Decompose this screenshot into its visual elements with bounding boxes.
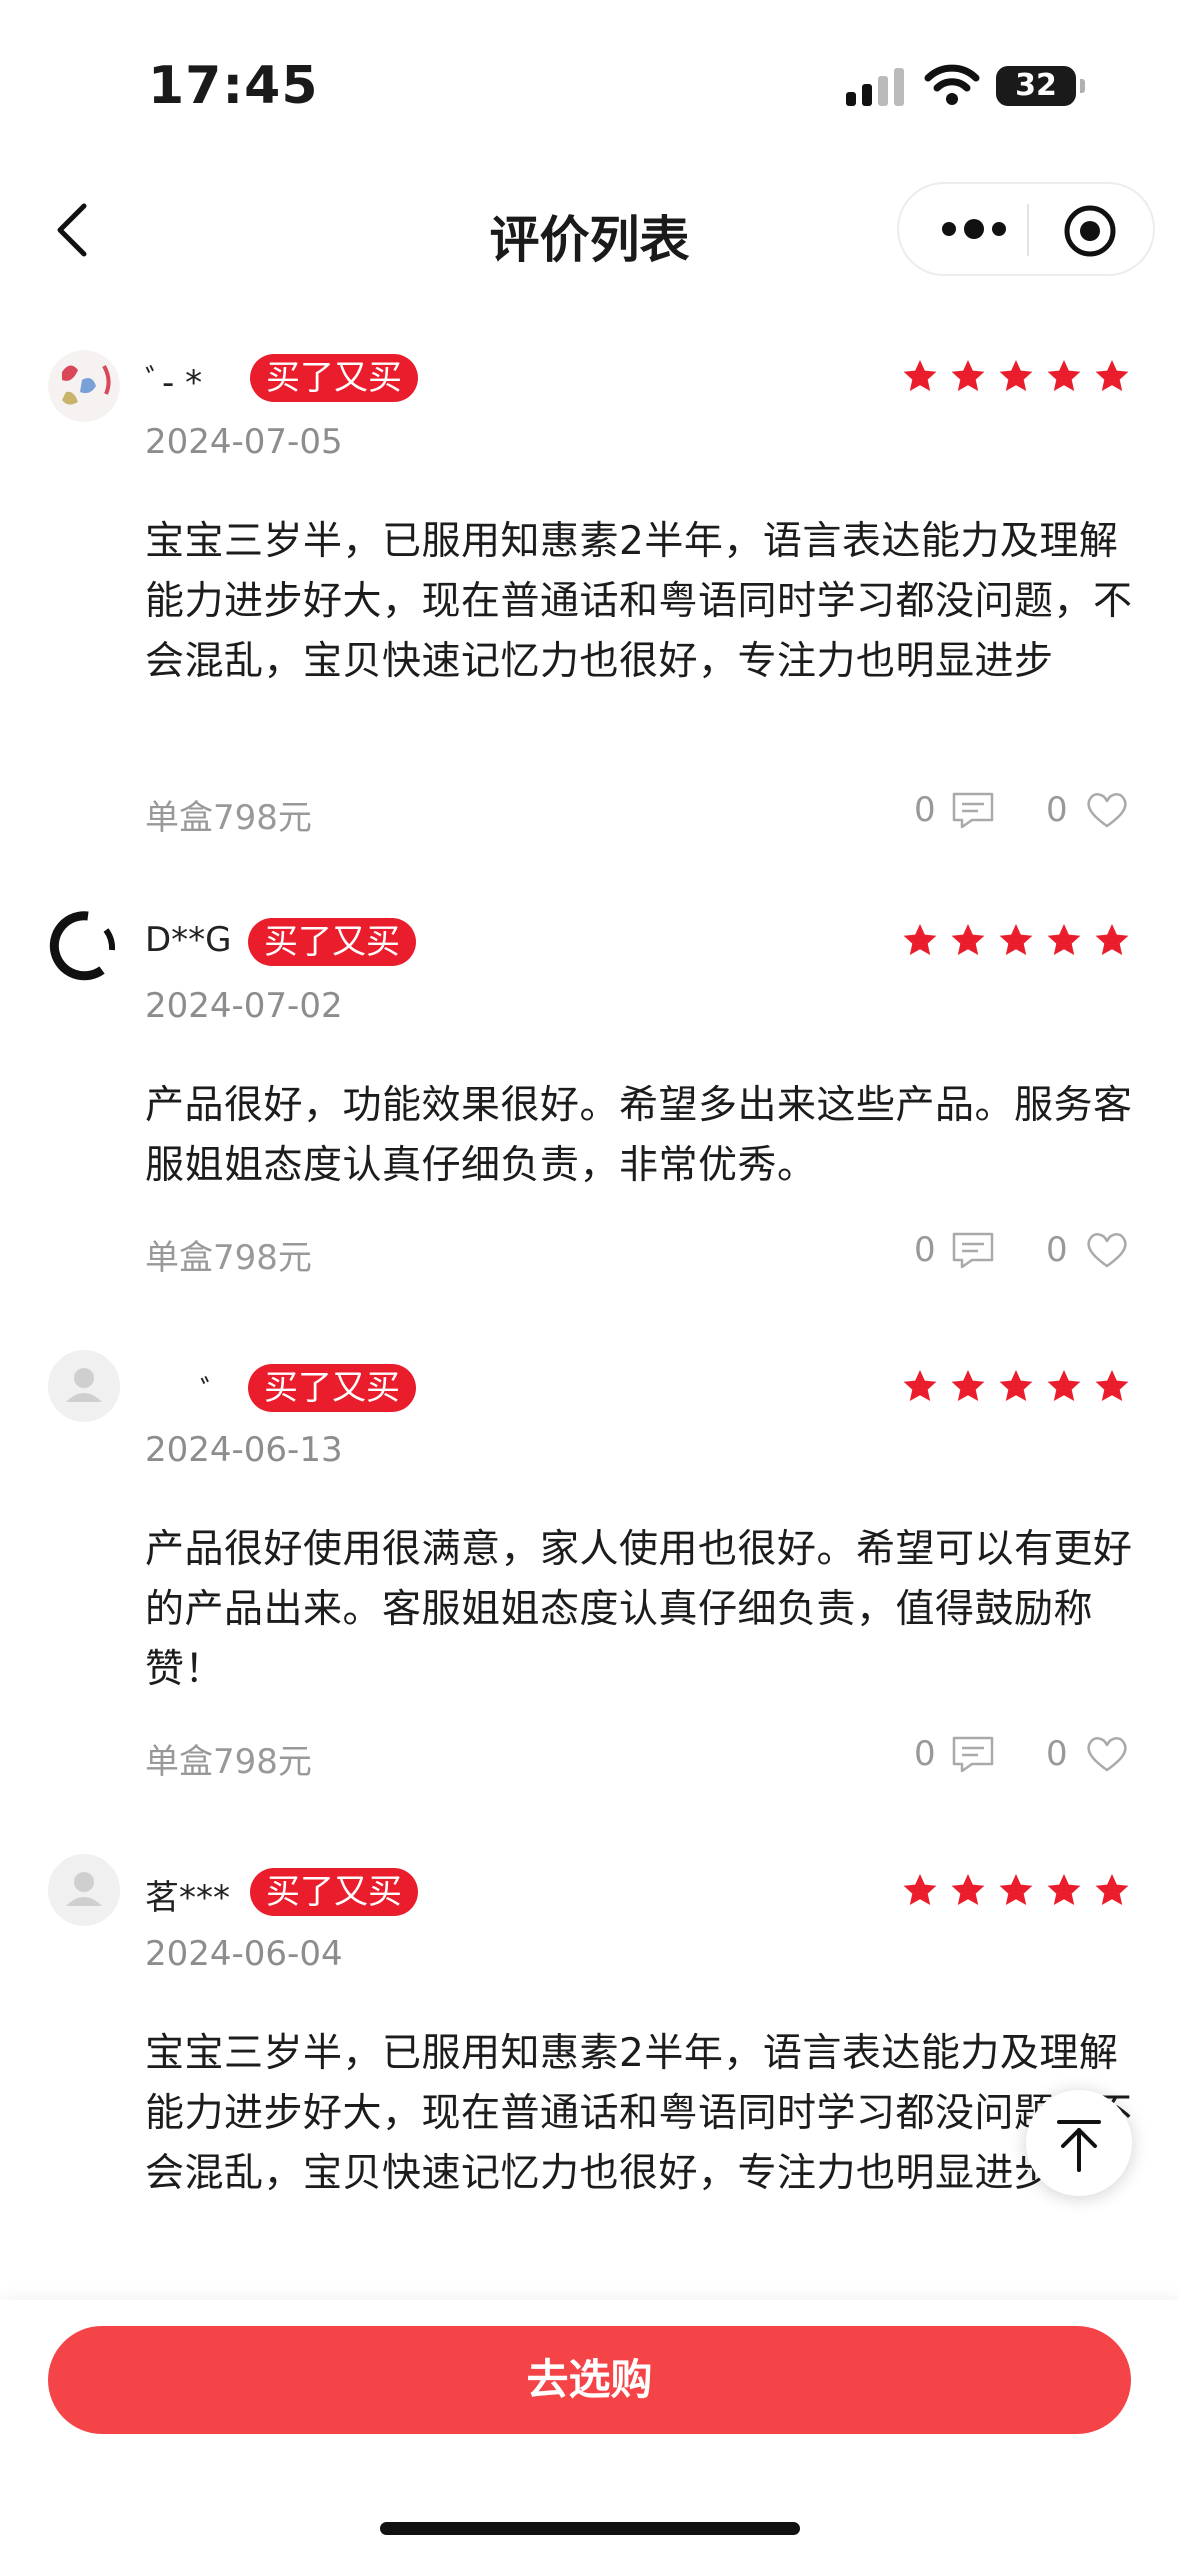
star-icon [903,360,937,391]
review-date: 2024-06-04 [145,1934,343,1974]
default-avatar-icon [48,1854,120,1926]
review-username: 茗*** [145,1878,230,1918]
review-item: ﾞ- * 买了又买 2024-07-05 宝宝三岁半，已服用知惠素2半年，语言表… [0,350,1179,860]
avatar [48,1350,120,1422]
comment-count: 0 [914,1734,936,1774]
review-item: D**G 买了又买 2024-07-02 产品很好，功能效果很好。希望多出来这些… [0,904,1179,1304]
star-icon [1095,924,1129,955]
star-icon [951,1370,985,1401]
comment-count: 0 [914,790,936,830]
rating-stars [903,1370,1129,1401]
avatar [48,350,120,422]
comment-count: 0 [914,1230,936,1270]
review-username: D**G [145,920,232,960]
avatar [48,910,120,982]
avatar-image [49,911,116,981]
avatar [48,1854,120,1926]
star-icon [1047,1370,1081,1401]
product-spec: 单盒798元 [145,1238,312,1278]
product-spec: 单盒798元 [145,1742,312,1782]
review-date: 2024-06-13 [145,1430,343,1470]
home-indicator[interactable] [380,2522,800,2535]
review-content: 宝宝三岁半，已服用知惠素2半年，语言表达能力及理解能力进步好大，现在普通话和粤语… [145,2031,1133,2196]
review-content: 宝宝三岁半，已服用知惠素2半年，语言表达能力及理解能力进步好大，现在普通话和粤语… [145,519,1133,684]
star-icon [999,1370,1033,1401]
comment-icon[interactable] [950,1734,996,1774]
star-icon [903,1874,937,1905]
bottom-bar: 去选购 [0,2300,1179,2556]
arrow-up-icon [1057,2120,1101,2172]
cellular-signal-icon [846,66,904,106]
repurchase-badge: 买了又买 [250,354,418,402]
navigation-bar: 评价列表 [0,170,1179,290]
review-content: 产品很好使用很满意，家人使用也很好。希望可以有更好的产品出来。客服姐姐态度认真仔… [145,1527,1133,1692]
heart-icon[interactable] [1084,1734,1130,1774]
heart-icon[interactable] [1084,1230,1130,1270]
repurchase-badge: 买了又买 [248,918,416,966]
star-icon [1095,1370,1129,1401]
star-icon [1095,1874,1129,1905]
star-icon [999,1874,1033,1905]
repurchase-badge: 买了又买 [250,1868,418,1916]
more-options-icon[interactable] [935,214,1035,244]
back-to-top-button[interactable] [1026,2090,1132,2196]
rating-stars [903,360,1129,391]
review-item: 茗*** 买了又买 2024-06-04 宝宝三岁半，已服用知惠素2半年，语言表… [0,1854,1179,2300]
comment-icon[interactable] [950,790,996,830]
star-icon [903,1370,937,1401]
comment-icon[interactable] [950,1230,996,1270]
star-icon [1047,360,1081,391]
star-icon [951,924,985,955]
star-icon [903,924,937,955]
go-shopping-button[interactable]: 去选购 [48,2326,1131,2434]
review-content: 产品很好，功能效果很好。希望多出来这些产品。服务客服姐姐态度认真仔细负责，非常优… [145,1083,1133,1188]
review-date: 2024-07-02 [145,986,343,1026]
default-avatar-icon [48,1350,120,1422]
review-username: ﾞ [200,1374,217,1414]
star-icon [951,1874,985,1905]
like-count: 0 [1046,1230,1068,1270]
review-item: ﾞ 买了又买 2024-06-13 产品很好使用很满意，家人使用也很好。希望可以… [0,1350,1179,1810]
status-time: 17:45 [148,56,319,116]
capsule-divider [1027,204,1029,256]
review-date: 2024-07-05 [145,422,343,462]
like-count: 0 [1046,1734,1068,1774]
avatar-image [48,350,120,422]
status-bar: 17:45 32 [0,0,1179,170]
close-mini-program-icon[interactable] [1063,204,1117,258]
heart-icon[interactable] [1084,790,1130,830]
star-icon [1095,360,1129,391]
star-icon [1047,1874,1081,1905]
star-icon [999,360,1033,391]
star-icon [1047,924,1081,955]
like-count: 0 [1046,790,1068,830]
wifi-icon [924,64,980,105]
star-icon [951,360,985,391]
rating-stars [903,1874,1129,1905]
mini-program-capsule [897,182,1155,276]
rating-stars [903,924,1129,955]
star-icon [999,924,1033,955]
repurchase-badge: 买了又买 [248,1364,416,1412]
product-spec: 单盒798元 [145,798,312,838]
review-username: ﾞ- * [145,363,203,403]
battery-icon: 32 [996,66,1085,106]
